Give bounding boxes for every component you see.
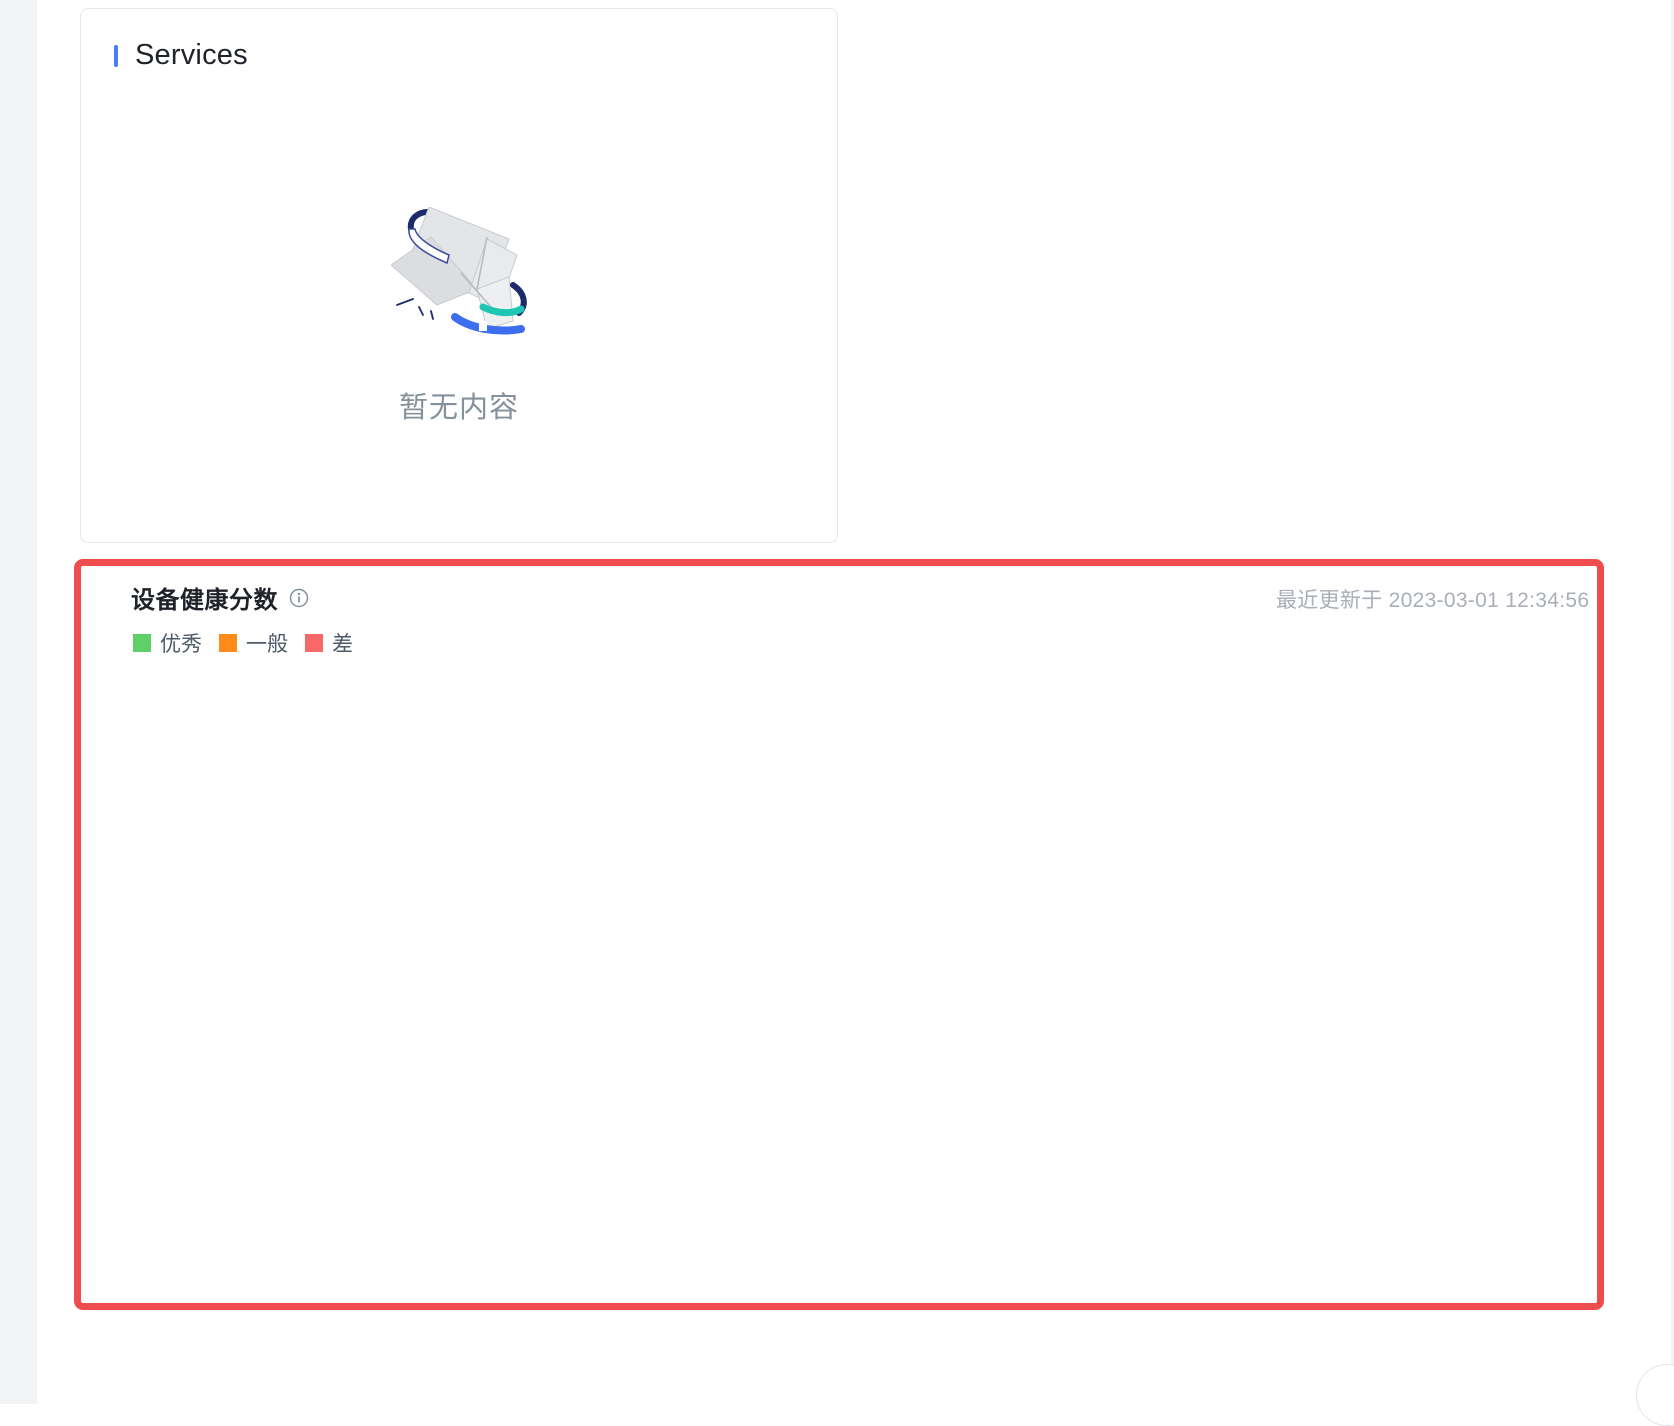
health-chart-area xyxy=(121,676,1557,1273)
legend-label: 差 xyxy=(332,633,353,656)
health-legend: 优秀 一般 差 xyxy=(133,628,370,658)
device-health-title: 设备健康分数 xyxy=(131,587,278,614)
services-card: Services 暂无内容 xyxy=(80,8,838,543)
empty-state-text: 暂无内容 xyxy=(398,392,519,424)
legend-swatch-poor xyxy=(305,634,323,652)
legend-label: 一般 xyxy=(246,633,288,656)
legend-item-average[interactable]: 一般 xyxy=(219,628,288,658)
legend-item-excellent[interactable]: 优秀 xyxy=(133,628,202,658)
legend-swatch-average xyxy=(219,634,237,652)
legend-item-poor[interactable]: 差 xyxy=(305,628,353,658)
left-side-strip xyxy=(0,0,37,1404)
info-icon[interactable] xyxy=(289,588,309,608)
corner-scroll-handle[interactable] xyxy=(1636,1364,1674,1426)
title-accent-bar xyxy=(114,44,118,67)
legend-swatch-excellent xyxy=(133,634,151,652)
last-updated-text: 最近更新于 2023-03-01 12:34:56 xyxy=(1276,589,1590,612)
legend-label: 优秀 xyxy=(160,633,202,656)
empty-box-icon xyxy=(391,207,527,335)
device-health-card: 设备健康分数 最近更新于 2023-03-01 12:34:56 优秀 一般 差 xyxy=(74,559,1604,1310)
services-card-title: Services xyxy=(135,39,248,71)
device-health-header: 设备健康分数 xyxy=(131,580,309,615)
services-card-header: Services xyxy=(114,39,248,72)
